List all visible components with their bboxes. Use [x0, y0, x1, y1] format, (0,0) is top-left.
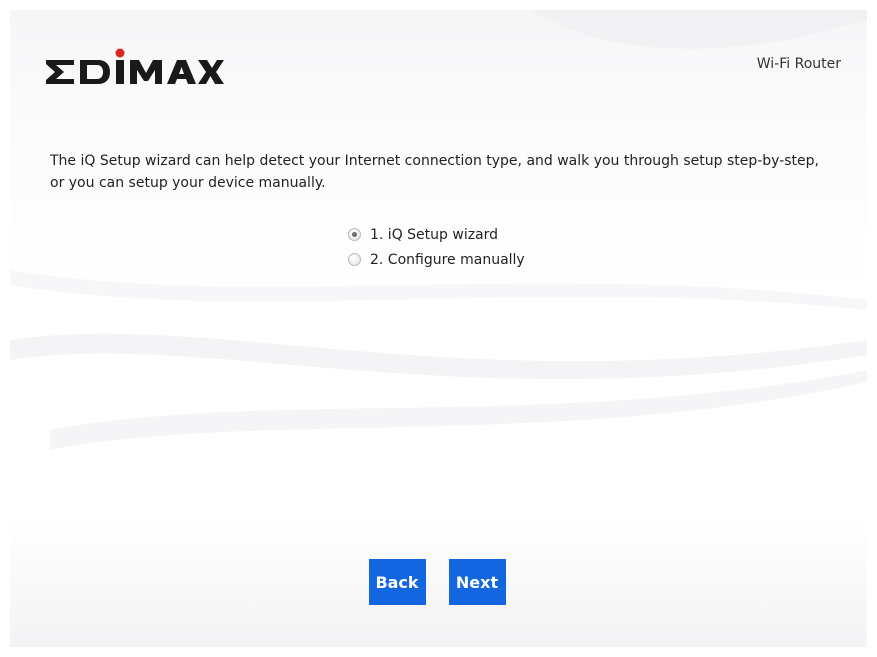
radio-checked-icon[interactable] [348, 228, 361, 241]
next-button[interactable]: Next [448, 559, 506, 605]
wizard-description: The iQ Setup wizard can help detect your… [50, 153, 819, 191]
wizard-panel: Wi-Fi Router The iQ Setup wizard can hel… [10, 10, 867, 647]
edimax-logo-mark [46, 48, 224, 84]
option-iq-setup-wizard-label: 1. iQ Setup wizard [370, 226, 499, 243]
edimax-logo [44, 48, 224, 88]
navigation-buttons: Back Next [10, 559, 867, 605]
option-iq-setup-wizard[interactable]: 1. iQ Setup wizard [348, 222, 525, 247]
product-label: Wi-Fi Router [756, 56, 841, 72]
wizard-page: Wi-Fi Router The iQ Setup wizard can hel… [0, 0, 877, 657]
back-button[interactable]: Back [368, 559, 426, 605]
option-configure-manually[interactable]: 2. Configure manually [348, 247, 525, 272]
radio-unchecked-icon[interactable] [348, 253, 361, 266]
option-configure-manually-label: 2. Configure manually [370, 251, 525, 268]
background-swoosh [10, 10, 867, 450]
setup-mode-options: 1. iQ Setup wizard 2. Configure manually [348, 222, 525, 272]
